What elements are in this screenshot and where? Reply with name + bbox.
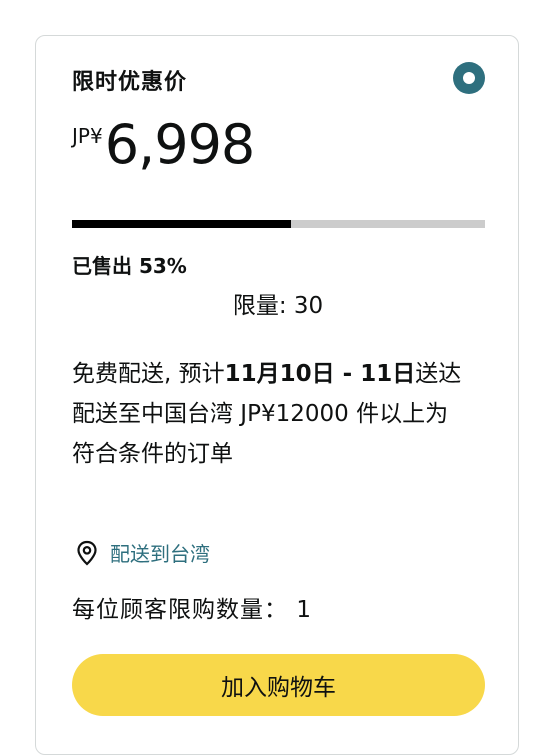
radio-selected-dot bbox=[463, 72, 475, 84]
delivery-location-link[interactable]: 配送到台湾 bbox=[76, 538, 210, 567]
quantity-label: 每位顾客限购数量： bbox=[72, 597, 288, 623]
sold-progress-fill bbox=[72, 220, 291, 228]
location-label[interactable]: 配送到台湾 bbox=[110, 538, 210, 567]
location-pin-icon bbox=[76, 540, 98, 566]
quantity-limit: 每位顾客限购数量： 1 bbox=[72, 590, 312, 624]
price-currency: JP¥ bbox=[72, 124, 103, 148]
price-amount: 6,998 bbox=[104, 113, 256, 176]
delivery-prefix: 免费配送, 预计 bbox=[72, 361, 225, 387]
sold-percent-label: 已售出 53% bbox=[72, 254, 187, 278]
deal-title: 限时优惠价 bbox=[72, 70, 188, 95]
limit-label: 限量: 30 bbox=[232, 293, 324, 319]
deal-card: 限时优惠价 JP¥ 6,998 已售出 53% 限量: 30 免费配送, 预计1… bbox=[35, 35, 519, 755]
delivery-date-range: 11月10日 - 11日 bbox=[224, 361, 416, 387]
price: JP¥ 6,998 bbox=[72, 113, 256, 176]
deal-radio-button[interactable] bbox=[453, 62, 485, 94]
sold-progress-bar bbox=[72, 220, 485, 228]
add-to-cart-button[interactable]: 加入购物车 bbox=[72, 654, 485, 716]
delivery-info: 免费配送, 预计11月10日 - 11日送达 配送至中国台湾 JP¥12000 … bbox=[72, 354, 472, 474]
quantity-value: 1 bbox=[296, 597, 312, 623]
